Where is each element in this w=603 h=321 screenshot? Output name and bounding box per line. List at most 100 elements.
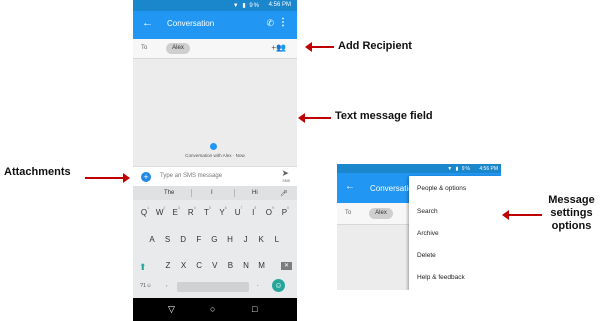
key-y[interactable]: Y6 xyxy=(216,206,230,217)
suggestion-1[interactable]: The xyxy=(164,190,174,196)
overflow-menu: People & options Search Archive Delete H… xyxy=(409,176,501,290)
microphone-icon[interactable]: 🎤︎ xyxy=(280,190,288,197)
key-m[interactable]: M xyxy=(255,261,269,270)
key-f[interactable]: F xyxy=(192,235,206,244)
attachment-plus-icon[interactable]: + xyxy=(141,172,151,182)
symbols-key[interactable]: ?1☺ xyxy=(140,283,152,289)
back-arrow-icon[interactable]: ← xyxy=(142,17,153,29)
more-options-icon[interactable]: ⋮ xyxy=(278,17,288,28)
key-e[interactable]: E3 xyxy=(169,206,183,217)
message-settings-label: Message settings options xyxy=(540,194,603,233)
send-caption: SMS xyxy=(282,179,290,183)
comma-key[interactable]: , xyxy=(166,282,168,288)
key-r[interactable]: R4 xyxy=(185,206,199,217)
key-s[interactable]: S xyxy=(161,235,175,244)
conversation-area: Conversation with Alex · Now xyxy=(133,59,297,166)
menu-item-delete[interactable]: Delete xyxy=(417,252,436,259)
key-label: M xyxy=(258,261,265,270)
text-field-arrow xyxy=(298,113,331,123)
key-x[interactable]: X xyxy=(177,261,191,270)
key-t[interactable]: T5 xyxy=(200,206,214,217)
add-recipient-label: Add Recipient xyxy=(338,40,412,52)
key-label: C xyxy=(196,261,203,270)
key-hint: 0 xyxy=(287,206,290,211)
home-circle-icon[interactable]: ○ xyxy=(210,304,215,314)
key-d[interactable]: D xyxy=(176,235,190,244)
add-recipient-icon[interactable]: +👥 xyxy=(271,43,286,52)
message-settings-line-3: options xyxy=(551,220,592,232)
menu-item-search[interactable]: Search xyxy=(417,208,438,215)
period-key[interactable]: . xyxy=(257,282,259,288)
recipient-chip[interactable]: Alex xyxy=(369,208,393,219)
app-bar-title: Conversatio xyxy=(370,184,413,193)
back-arrow-icon[interactable]: ← xyxy=(345,181,355,192)
key-o[interactable]: O9 xyxy=(263,206,277,217)
key-i[interactable]: I8 xyxy=(247,206,261,217)
status-bar: ▼ ▮ 9% 4:56 PM xyxy=(133,0,297,11)
attachments-label: Attachments xyxy=(4,166,71,178)
key-a[interactable]: A xyxy=(145,235,159,244)
keyboard: The I Hi 🎤︎ Q1 W2 E3 R4 T5 Y6 U7 I8 O9 P0 ASDFGHJ… xyxy=(133,186,297,298)
key-hint: 6 xyxy=(224,206,227,211)
key-label: G xyxy=(211,235,218,244)
key-k[interactable]: K xyxy=(254,235,268,244)
key-n[interactable]: N xyxy=(239,261,253,270)
key-g[interactable]: G xyxy=(207,235,221,244)
key-label: K xyxy=(258,235,264,244)
attachments-arrow xyxy=(85,173,130,183)
key-hint: 2 xyxy=(163,206,166,211)
phone-menu-screen: ▼ ▮ 9% 4:56 PM ← Conversatio To Alex Peo… xyxy=(337,164,501,290)
key-label: N xyxy=(243,261,249,270)
key-v[interactable]: V xyxy=(208,261,222,270)
key-q[interactable]: Q1 xyxy=(138,206,152,217)
key-label: J xyxy=(243,235,248,244)
sms-input[interactable]: Type an SMS message xyxy=(160,173,222,179)
status-time: 4:56 PM xyxy=(479,166,498,172)
app-bar-title: Conversation xyxy=(167,19,215,28)
key-u[interactable]: U7 xyxy=(232,206,246,217)
key-b[interactable]: B xyxy=(223,261,237,270)
key-label: D xyxy=(180,235,187,244)
menu-item-archive[interactable]: Archive xyxy=(417,230,439,237)
emoji-icon[interactable]: ☺ xyxy=(272,279,285,292)
key-w[interactable]: W2 xyxy=(154,206,168,217)
suggestion-3[interactable]: Hi xyxy=(252,190,258,196)
add-recipient-arrow xyxy=(305,42,334,52)
key-p[interactable]: P0 xyxy=(278,206,292,217)
status-bar: ▼ ▮ 9% 4:56 PM xyxy=(337,164,501,173)
contact-avatar xyxy=(210,143,217,150)
message-settings-line-2: settings xyxy=(550,207,593,219)
shift-icon[interactable]: ⬆ xyxy=(139,262,147,273)
conversation-info: Conversation with Alex · Now xyxy=(185,153,245,158)
phone-call-icon[interactable]: ✆ xyxy=(266,18,274,29)
key-hint: 4 xyxy=(193,206,196,211)
key-j[interactable]: J xyxy=(239,235,253,244)
backspace-icon[interactable]: ✕ xyxy=(281,262,292,270)
key-label: B xyxy=(227,261,234,270)
recents-square-icon[interactable]: □ xyxy=(252,304,257,314)
key-l[interactable]: L xyxy=(270,235,284,244)
key-label: U xyxy=(234,208,241,217)
back-triangle-icon[interactable]: ▽ xyxy=(168,304,175,315)
suggestion-divider xyxy=(234,189,235,197)
recipient-row: To Alex +👥 xyxy=(133,39,297,59)
key-label: R xyxy=(187,208,194,217)
recipient-chip[interactable]: Alex xyxy=(166,43,190,54)
suggestion-2[interactable]: I xyxy=(211,190,213,196)
key-label: V xyxy=(212,261,218,270)
suggestion-divider xyxy=(191,189,192,197)
menu-item-help-feedback[interactable]: Help & feedback xyxy=(417,274,465,281)
key-c[interactable]: C xyxy=(192,261,206,270)
space-key[interactable] xyxy=(177,282,249,292)
key-label: H xyxy=(227,235,233,244)
send-icon[interactable]: ➤ xyxy=(281,168,289,179)
key-hint: 8 xyxy=(254,206,257,211)
key-label: Y xyxy=(219,208,225,217)
key-h[interactable]: H xyxy=(223,235,237,244)
key-z[interactable]: Z xyxy=(161,261,175,270)
menu-item-people-options[interactable]: People & options xyxy=(417,185,466,192)
message-settings-line-1: Message xyxy=(548,194,595,206)
to-label: To xyxy=(345,210,352,216)
status-icons: ▼ ▮ 9% xyxy=(447,166,471,172)
key-hint: 9 xyxy=(271,206,274,211)
